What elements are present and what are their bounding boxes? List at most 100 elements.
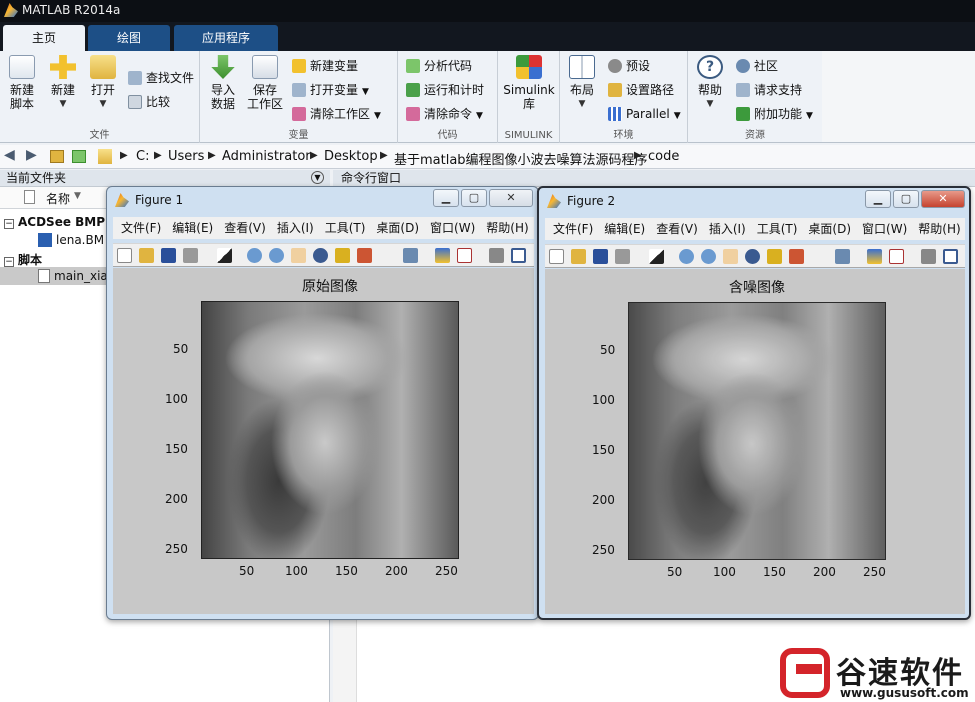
preferences-button[interactable]: 预设 [608, 57, 650, 75]
name-column-header[interactable]: 名称 [46, 190, 70, 207]
breadcrumb-project-folder[interactable]: 基于matlab编程图像小波去噪算法源码程序 [394, 149, 648, 168]
forward-arrow-icon[interactable]: ▶ [26, 147, 37, 163]
close-button[interactable]: ✕ [921, 190, 965, 208]
menu-window[interactable]: 窗口(W) [430, 221, 475, 235]
maximize-button[interactable]: ▢ [461, 189, 487, 207]
zoom-in-icon[interactable] [679, 249, 694, 264]
data-cursor-icon[interactable] [335, 248, 350, 263]
pointer-icon[interactable] [649, 249, 664, 264]
save-icon[interactable] [161, 248, 176, 263]
set-path-button[interactable]: 设置路径 [608, 81, 674, 99]
new-figure-icon[interactable] [117, 248, 132, 263]
pan-hand-icon[interactable] [723, 249, 738, 264]
menu-file[interactable]: 文件(F) [553, 222, 593, 236]
link-plot-icon[interactable] [403, 248, 418, 263]
menu-desktop[interactable]: 桌面(D) [376, 221, 419, 235]
list-item-main-script[interactable]: main_xia [0, 267, 110, 285]
pan-hand-icon[interactable] [291, 248, 306, 263]
new-button[interactable]: 新建 ▼ [46, 55, 80, 111]
menu-insert[interactable]: 插入(I) [277, 221, 314, 235]
pointer-icon[interactable] [217, 248, 232, 263]
open-file-icon[interactable] [139, 248, 154, 263]
print-icon[interactable] [615, 249, 630, 264]
show-plot-tools-icon[interactable] [511, 248, 526, 263]
hide-plot-tools-icon[interactable] [921, 249, 936, 264]
figure-2-window[interactable]: Figure 2 ▁ ▢ ✕ 文件(F) 编辑(E) 查看(V) 插入(I) 工具(T)… [537, 186, 971, 620]
panel-actions-icon[interactable]: ▼ [311, 171, 324, 184]
add-ons-button[interactable]: 附加功能 ▼ [736, 105, 813, 123]
menu-insert[interactable]: 插入(I) [709, 222, 746, 236]
sort-down-icon[interactable]: ▼ [74, 191, 81, 201]
minimize-button[interactable]: ▁ [433, 189, 459, 207]
tree-group-bmp[interactable]: − ACDSee BMP I [4, 215, 114, 229]
compare-button[interactable]: 比较 [128, 93, 170, 111]
original-image[interactable] [201, 301, 459, 559]
find-files-button[interactable]: 查找文件 [128, 69, 194, 87]
menu-edit[interactable]: 编辑(E) [604, 222, 645, 236]
menu-file[interactable]: 文件(F) [121, 221, 161, 235]
menu-window[interactable]: 窗口(W) [862, 222, 907, 236]
run-and-time-button[interactable]: 运行和计时 [406, 81, 484, 99]
collapse-icon[interactable]: − [4, 219, 14, 229]
rotate-3d-icon[interactable] [313, 248, 328, 263]
open-file-icon[interactable] [571, 249, 586, 264]
clear-workspace-button[interactable]: 清除工作区 ▼ [292, 105, 381, 123]
save-icon[interactable] [593, 249, 608, 264]
menu-edit[interactable]: 编辑(E) [172, 221, 213, 235]
list-item-lena[interactable]: lena.BM [38, 233, 104, 247]
tab-plots[interactable]: 绘图 [88, 25, 170, 51]
new-figure-icon[interactable] [549, 249, 564, 264]
layout-button[interactable]: 布局 ▼ [566, 55, 598, 111]
breadcrumb-code[interactable]: code [648, 149, 679, 164]
rotate-3d-icon[interactable] [745, 249, 760, 264]
breadcrumb-administrator[interactable]: Administrator [222, 149, 311, 164]
zoom-out-icon[interactable] [701, 249, 716, 264]
breadcrumb-desktop[interactable]: Desktop [324, 149, 378, 164]
clear-commands-button[interactable]: 清除命令 ▼ [406, 105, 483, 123]
back-arrow-icon[interactable]: ◀ [4, 147, 15, 163]
import-data-button[interactable]: 导入 数据 [206, 55, 240, 111]
parallel-button[interactable]: Parallel ▼ [608, 105, 681, 123]
menu-desktop[interactable]: 桌面(D) [808, 222, 851, 236]
close-button[interactable]: ✕ [489, 189, 533, 207]
maximize-button[interactable]: ▢ [893, 190, 919, 208]
request-support-button[interactable]: 请求支持 [736, 81, 802, 99]
hide-plot-tools-icon[interactable] [489, 248, 504, 263]
analyze-code-button[interactable]: 分析代码 [406, 57, 472, 75]
menu-view[interactable]: 查看(V) [224, 221, 266, 235]
open-variable-button[interactable]: 打开变量 ▼ [292, 81, 369, 99]
tree-group-scripts[interactable]: − 脚本 [4, 251, 42, 268]
menu-help[interactable]: 帮助(H) [486, 221, 528, 235]
browse-folder-icon[interactable] [72, 150, 86, 163]
menu-tools[interactable]: 工具(T) [325, 221, 366, 235]
brush-icon[interactable] [357, 248, 372, 263]
tab-apps[interactable]: 应用程序 [174, 25, 278, 51]
save-workspace-button[interactable]: 保存 工作区 [246, 55, 284, 111]
breadcrumb-users[interactable]: Users [168, 149, 204, 164]
zoom-in-icon[interactable] [247, 248, 262, 263]
brush-icon[interactable] [789, 249, 804, 264]
zoom-out-icon[interactable] [269, 248, 284, 263]
menu-tools[interactable]: 工具(T) [757, 222, 798, 236]
up-folder-icon[interactable] [50, 150, 64, 163]
colorbar-icon[interactable] [867, 249, 882, 264]
show-plot-tools-icon[interactable] [943, 249, 958, 264]
legend-icon[interactable] [889, 249, 904, 264]
new-script-button[interactable]: 新建 脚本 [4, 55, 40, 111]
legend-icon[interactable] [457, 248, 472, 263]
figure-1-window[interactable]: Figure 1 ▁ ▢ ✕ 文件(F) 编辑(E) 查看(V) 插入(I) 工具(T)… [106, 186, 539, 620]
colorbar-icon[interactable] [435, 248, 450, 263]
open-button[interactable]: 打开 ▼ [86, 55, 120, 111]
help-button[interactable]: ? 帮助 ▼ [694, 55, 726, 111]
noisy-image[interactable] [628, 302, 886, 560]
link-plot-icon[interactable] [835, 249, 850, 264]
community-button[interactable]: 社区 [736, 57, 778, 75]
menu-help[interactable]: 帮助(H) [918, 222, 960, 236]
collapse-icon[interactable]: − [4, 257, 14, 267]
print-icon[interactable] [183, 248, 198, 263]
new-variable-button[interactable]: 新建变量 [292, 57, 358, 75]
tab-home[interactable]: 主页 [3, 25, 85, 51]
menu-view[interactable]: 查看(V) [656, 222, 698, 236]
data-cursor-icon[interactable] [767, 249, 782, 264]
minimize-button[interactable]: ▁ [865, 190, 891, 208]
